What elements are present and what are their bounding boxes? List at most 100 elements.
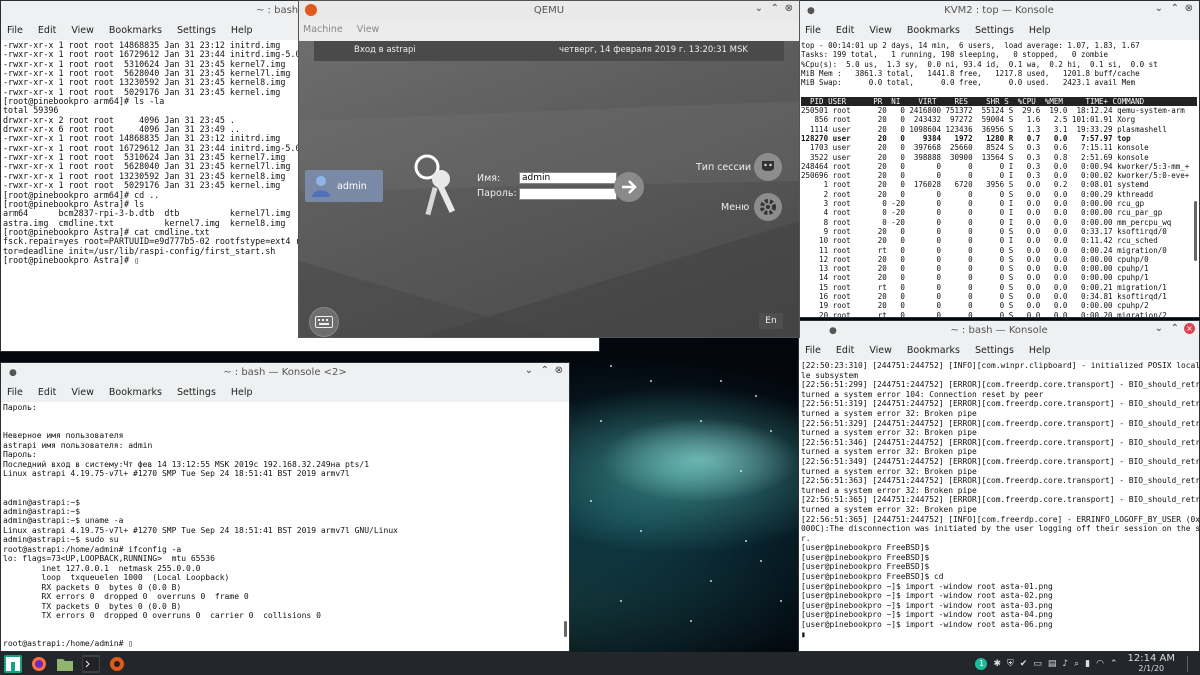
terminal-output[interactable]: Пароль: Неверное имя пользователя astrapi… (1, 402, 569, 650)
process-row: 1 root 20 0 176028 6720 3956 S 0.0 0.2 0… (801, 180, 1149, 190)
minimize-icon[interactable]: ⌄ (1155, 3, 1163, 14)
username-input[interactable]: admin (519, 172, 617, 184)
maximize-icon[interactable]: ⌃ (1171, 323, 1179, 334)
terminal-output[interactable]: [22:50:23:310] [244751:244752] [INFO][co… (799, 360, 1199, 640)
close-icon[interactable]: ⊗ (555, 365, 563, 376)
menu-edit[interactable]: Edit (38, 25, 56, 36)
keyboard-button[interactable] (309, 307, 339, 337)
window-titlebar[interactable]: QEMU ⌄ ⌃ ⊗ (299, 1, 799, 20)
close-icon[interactable]: × (1184, 323, 1195, 334)
menu-help[interactable]: Help (1029, 345, 1051, 356)
clipboard-icon[interactable]: ▤ (1048, 659, 1057, 669)
wifi-icon[interactable]: ◠ (1096, 659, 1104, 669)
clock-date: 2/1/20 (1138, 663, 1165, 673)
app-launcher-icon[interactable] (4, 654, 22, 673)
qemu-window[interactable]: QEMU ⌄ ⌃ ⊗ Machine View Вход в astrapi ч… (298, 0, 800, 338)
terminal-line: [22:56:51:349] [244751:244752] [ERROR][c… (801, 456, 1199, 466)
menu-settings[interactable]: Settings (177, 25, 216, 36)
terminal-line: RX packets 0 bytes 0 (0.0 B) (3, 582, 182, 592)
firefox-icon[interactable] (30, 655, 48, 673)
window-title: KVM2 : top — Konsole (944, 5, 1054, 16)
terminal-line: root@astrapi:/home/admin# ifconfig -a (3, 544, 182, 554)
attachment-icon[interactable]: ⌕ (1074, 659, 1079, 669)
terminal-line: turned a system error 104: Connection re… (801, 389, 1044, 399)
qemu-menubar: Machine View (299, 20, 799, 39)
scrollbar[interactable] (564, 621, 567, 637)
password-input[interactable] (519, 188, 617, 200)
maximize-icon[interactable]: ⌃ (771, 3, 779, 14)
minimize-icon[interactable]: ⌄ (525, 365, 533, 376)
arrow-up-icon[interactable]: ⌃ (1110, 659, 1118, 669)
menu-bookmarks[interactable]: Bookmarks (907, 345, 960, 356)
process-row: 14 root 20 0 0 0 0 S 0.0 0.0 0:00.00 cpu… (801, 273, 1149, 283)
menu-file[interactable]: File (805, 345, 821, 356)
menu-view[interactable]: View (357, 24, 380, 35)
login-arrow-button[interactable] (614, 172, 644, 202)
menu-file[interactable]: File (7, 25, 23, 36)
menu-view[interactable]: View (869, 345, 892, 356)
language-indicator[interactable]: En (759, 313, 783, 329)
security-icon[interactable]: ⛨ (1007, 659, 1014, 669)
guest-screen[interactable]: Вход в astrapi четверг, 14 февраля 2019 … (299, 41, 799, 337)
menu-view[interactable]: View (869, 25, 892, 36)
file-manager-icon[interactable] (56, 655, 74, 673)
close-icon[interactable]: ⊗ (785, 3, 793, 14)
maximize-icon[interactable]: ⌃ (1171, 3, 1179, 14)
terminal-window-top[interactable]: ● KVM2 : top — Konsole ⌄ ⌃ ⊗ File Edit V… (798, 0, 1200, 318)
process-row: 15 root rt 0 0 0 0 S 0.0 0.0 0:00.21 mig… (801, 282, 1167, 292)
updates-badge[interactable]: 1 (975, 657, 988, 670)
menu-help[interactable]: Help (231, 387, 253, 398)
star (745, 540, 747, 542)
terminal-icon[interactable] (82, 654, 100, 673)
menu-file[interactable]: File (7, 387, 23, 398)
menu-machine[interactable]: Machine (303, 24, 343, 35)
maximize-icon[interactable]: ⌃ (541, 365, 549, 376)
terminal-line: [user@pinebookpro FreeBSD]$ (801, 562, 930, 572)
menu-help[interactable]: Help (231, 25, 253, 36)
check-icon[interactable]: ✔ (1020, 659, 1028, 669)
menu-bookmarks[interactable]: Bookmarks (907, 25, 960, 36)
clock[interactable]: 12:14 AM 2/1/20 (1128, 653, 1175, 674)
menu-settings[interactable]: Settings (975, 25, 1014, 36)
terminal-line: [user@pinebookpro FreeBSD]$ (801, 543, 930, 553)
password-label: Пароль: (477, 188, 517, 199)
window-titlebar[interactable]: ● ~ : bash — Konsole <2> ⌄ ⌃ ⊗ (1, 363, 569, 382)
display-icon[interactable]: ▭ (1033, 659, 1042, 669)
qemu-icon[interactable] (108, 655, 126, 673)
show-desktop-icon[interactable] (1187, 655, 1196, 672)
close-icon[interactable]: ⊗ (1185, 3, 1193, 14)
session-type-button[interactable] (754, 153, 782, 181)
volume-icon[interactable]: ♪ (1062, 659, 1068, 669)
terminal-line: admin@astrapi:~$ (3, 497, 81, 507)
scrollbar[interactable] (1194, 201, 1197, 261)
user-panel[interactable]: admin (305, 170, 383, 202)
terminal-line: [22:56:51:346] [244751:244752] [ERROR][c… (801, 437, 1199, 447)
menu-view[interactable]: View (71, 25, 94, 36)
menu-help[interactable]: Help (1029, 25, 1051, 36)
menu-edit[interactable]: Edit (38, 387, 56, 398)
top-output[interactable]: top - 00:14:01 up 2 days, 14 min, 6 user… (799, 40, 1199, 317)
menu-label[interactable]: Меню (721, 202, 749, 213)
session-type-label[interactable]: Тип сессии (696, 162, 751, 173)
menu-edit[interactable]: Edit (836, 25, 854, 36)
menu-bookmarks[interactable]: Bookmarks (109, 25, 162, 36)
menu-edit[interactable]: Edit (836, 345, 854, 356)
window-titlebar[interactable]: ● ~ : bash — Konsole ⌄ ⌃ × (799, 321, 1199, 340)
gear-icon (760, 199, 776, 215)
star (780, 600, 782, 602)
menu-settings[interactable]: Settings (177, 387, 216, 398)
battery-icon[interactable]: ▮ (1085, 659, 1090, 669)
menu-view[interactable]: View (71, 387, 94, 398)
star (755, 395, 757, 397)
minimize-icon[interactable]: ⌄ (755, 3, 763, 14)
menu-bookmarks[interactable]: Bookmarks (109, 387, 162, 398)
menu-button[interactable] (754, 193, 782, 221)
window-titlebar[interactable]: ● KVM2 : top — Konsole ⌄ ⌃ ⊗ (799, 1, 1199, 20)
minimize-icon[interactable]: ⌄ (1155, 323, 1163, 334)
terminal-window-bottom-right[interactable]: ● ~ : bash — Konsole ⌄ ⌃ × File Edit Vie… (798, 320, 1200, 652)
bluetooth-icon[interactable]: ✱ (993, 659, 1001, 669)
menu-settings[interactable]: Settings (975, 345, 1014, 356)
terminal-line: 000C):The disconnection was initiated by… (801, 524, 1199, 534)
terminal-window-bottom-left[interactable]: ● ~ : bash — Konsole <2> ⌄ ⌃ ⊗ File Edit… (0, 362, 570, 652)
menu-file[interactable]: File (805, 25, 821, 36)
